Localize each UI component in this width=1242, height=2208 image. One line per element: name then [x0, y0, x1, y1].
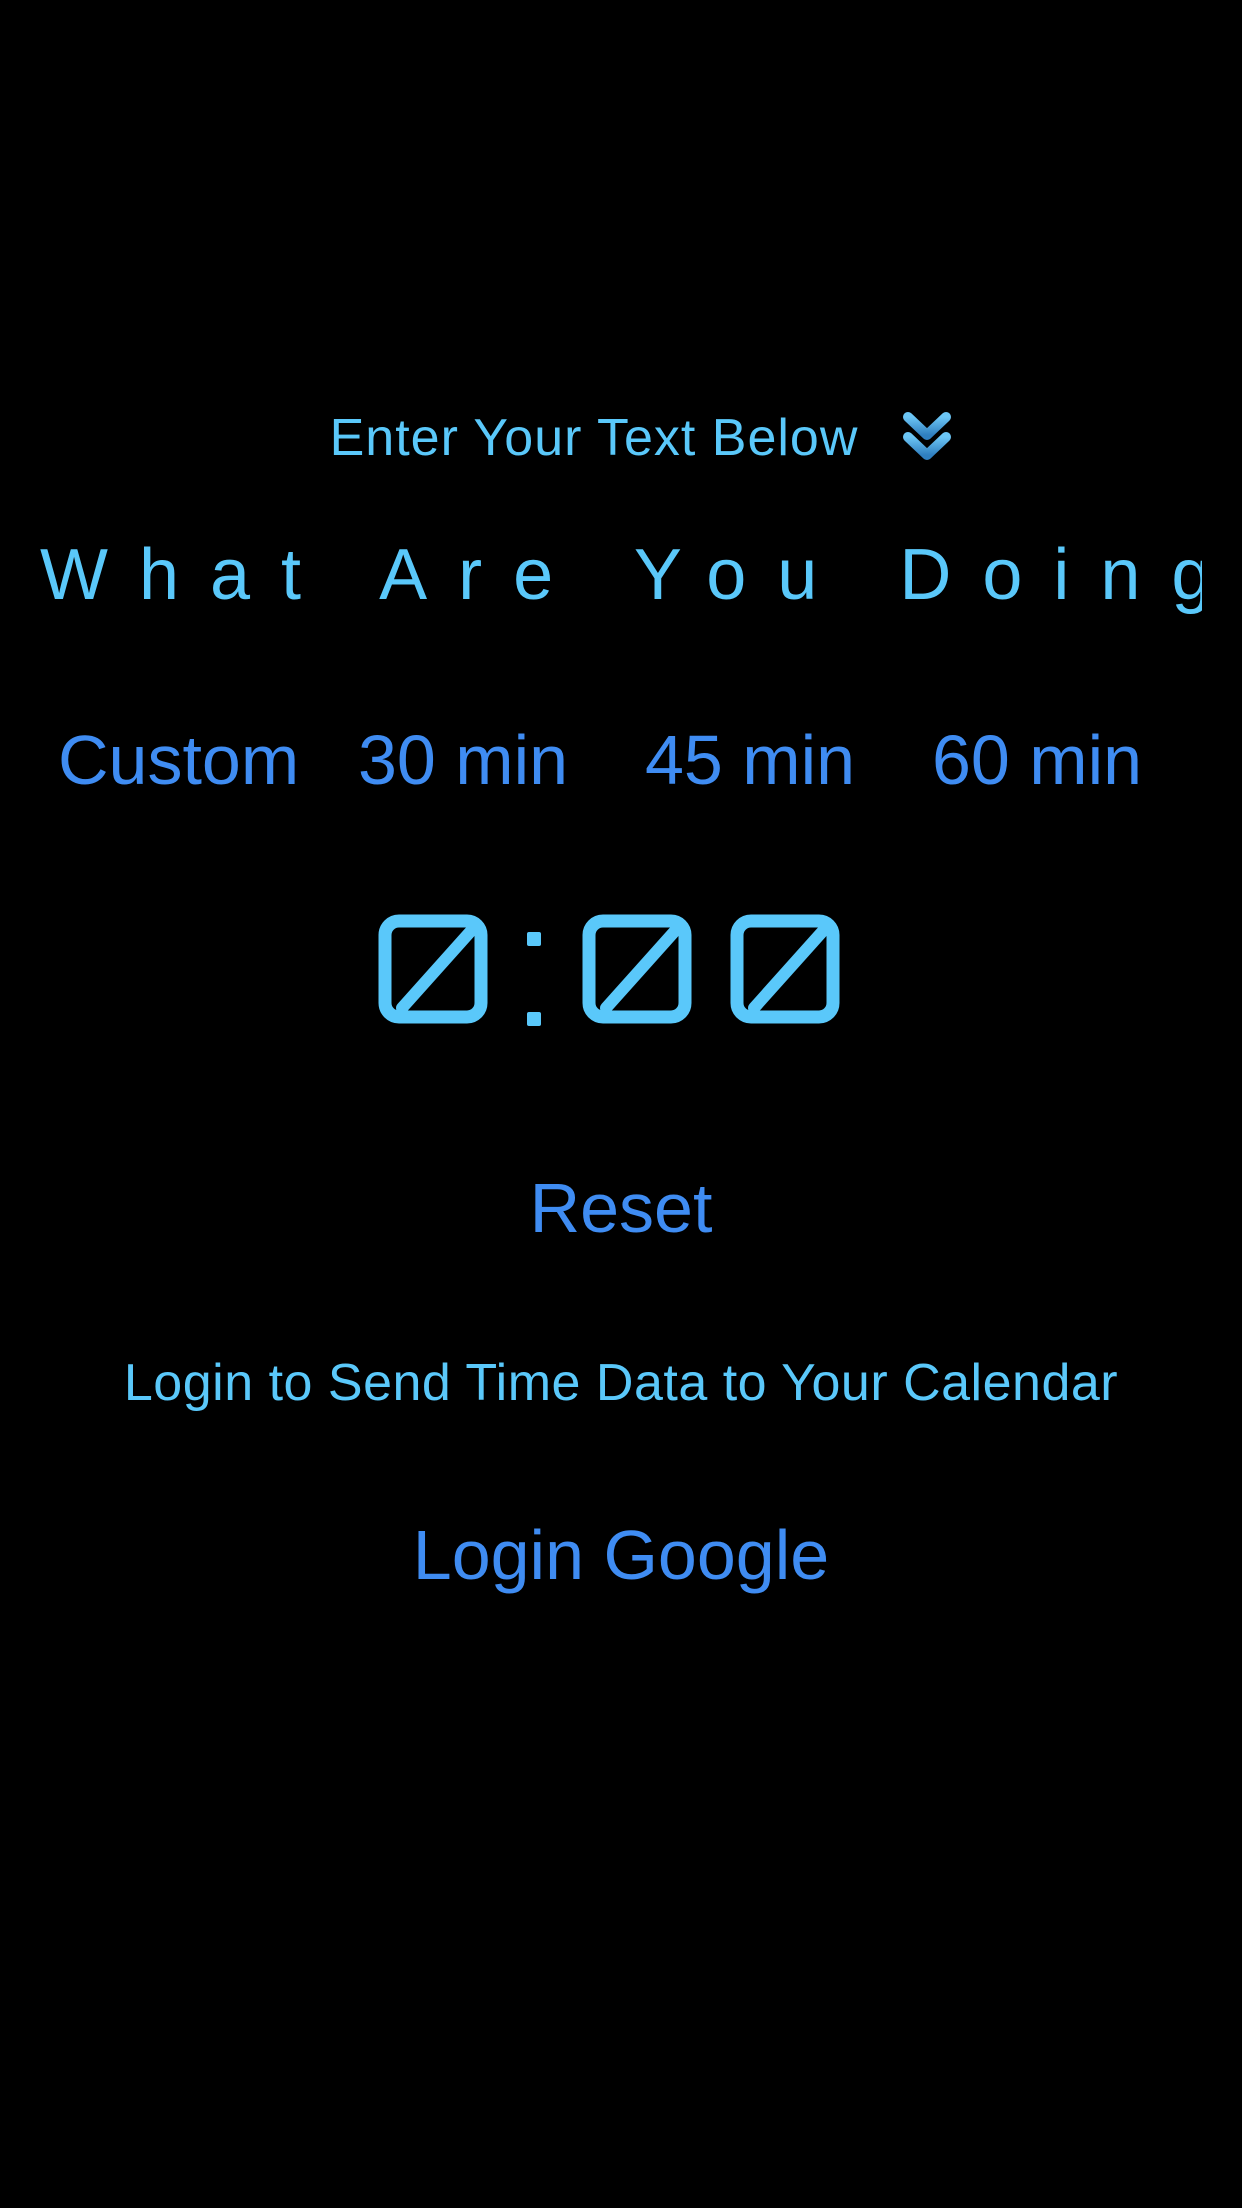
- 30-min-button[interactable]: 30 min: [358, 712, 568, 808]
- custom-duration-button[interactable]: Custom: [58, 712, 299, 808]
- double-chevron-down-icon: [903, 412, 952, 460]
- hint-text: Enter Your Text Below: [329, 409, 859, 467]
- timer-seconds-tens-digit: [582, 914, 692, 1024]
- timer-colon-bottom: [527, 1012, 541, 1026]
- task-input[interactable]: [40, 525, 1202, 625]
- login-google-button[interactable]: Login Google: [0, 1505, 1242, 1605]
- duration-options: Custom 30 min 45 min 60 min: [0, 712, 1242, 808]
- reset-button[interactable]: Reset: [0, 1160, 1242, 1256]
- login-caption: Login to Send Time Data to Your Calendar: [123, 1354, 1119, 1412]
- timer-colon-top: [527, 932, 541, 946]
- timer-display: [0, 900, 1242, 1040]
- timer-minutes-digit: [378, 914, 488, 1024]
- hint-row: Enter Your Text Below: [0, 398, 1242, 478]
- 45-min-button[interactable]: 45 min: [645, 712, 855, 808]
- timer-seconds-ones-digit: [730, 914, 840, 1024]
- 60-min-button[interactable]: 60 min: [932, 712, 1142, 808]
